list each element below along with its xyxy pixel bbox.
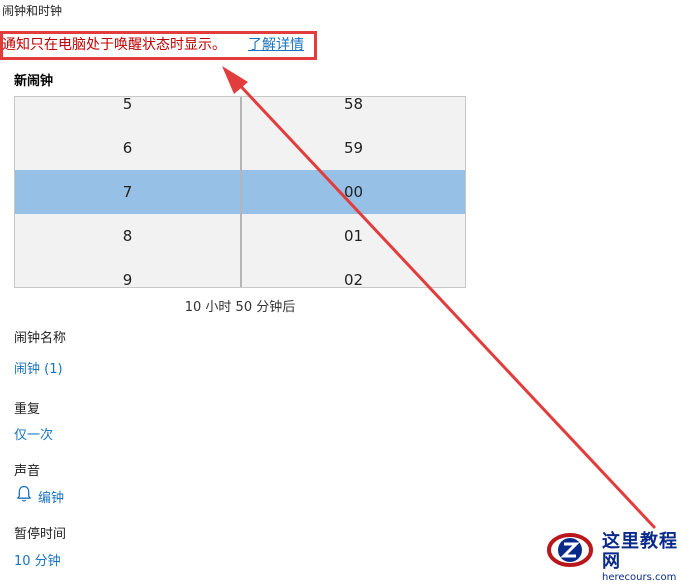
notice-text: 通知只在电脑处于唤醒状态时显示。 — [2, 37, 226, 53]
repeat-label: 重复 — [14, 402, 41, 417]
minute-column[interactable]: 58 59 00 01 02 — [242, 97, 465, 287]
minute-item[interactable]: 02 — [242, 271, 465, 287]
hour-item-selected[interactable]: 7 — [15, 183, 240, 201]
app-title: 闹钟和时钟 — [2, 4, 63, 18]
snooze-label: 暂停时间 — [14, 527, 67, 542]
new-alarm-heading: 新闹钟 — [14, 74, 54, 89]
hour-item[interactable]: 9 — [15, 271, 240, 287]
watermark-url: herecours.com — [602, 572, 677, 583]
bell-icon[interactable] — [16, 485, 32, 503]
alarm-name-field[interactable]: 闹钟 (1) — [14, 358, 63, 377]
minute-item[interactable]: 01 — [242, 227, 465, 245]
sound-label: 声音 — [14, 464, 41, 479]
time-picker[interactable]: 5 6 7 8 9 58 59 00 01 02 — [14, 96, 466, 288]
repeat-selector[interactable]: 仅一次 — [14, 424, 53, 443]
snooze-selector[interactable]: 10 分钟 — [14, 550, 61, 569]
watermark-logo-icon — [547, 533, 593, 567]
learn-more-link[interactable]: 了解详情 — [248, 34, 304, 54]
minute-item[interactable]: 58 — [242, 97, 465, 113]
alarm-name-label: 闹钟名称 — [14, 331, 67, 346]
minute-item[interactable]: 59 — [242, 139, 465, 157]
minute-item-selected[interactable]: 00 — [242, 183, 465, 201]
watermark-title: 这里教程网 — [602, 531, 678, 572]
sound-selector[interactable]: 编钟 — [38, 487, 64, 506]
countdown-text: 10 小时 50 分钟后 — [184, 300, 296, 315]
hour-item[interactable]: 8 — [15, 227, 240, 245]
hour-column[interactable]: 5 6 7 8 9 — [15, 97, 242, 287]
hour-item[interactable]: 5 — [15, 97, 240, 113]
watermark: 这里教程网 herecours.com — [602, 532, 694, 584]
hour-item[interactable]: 6 — [15, 139, 240, 157]
